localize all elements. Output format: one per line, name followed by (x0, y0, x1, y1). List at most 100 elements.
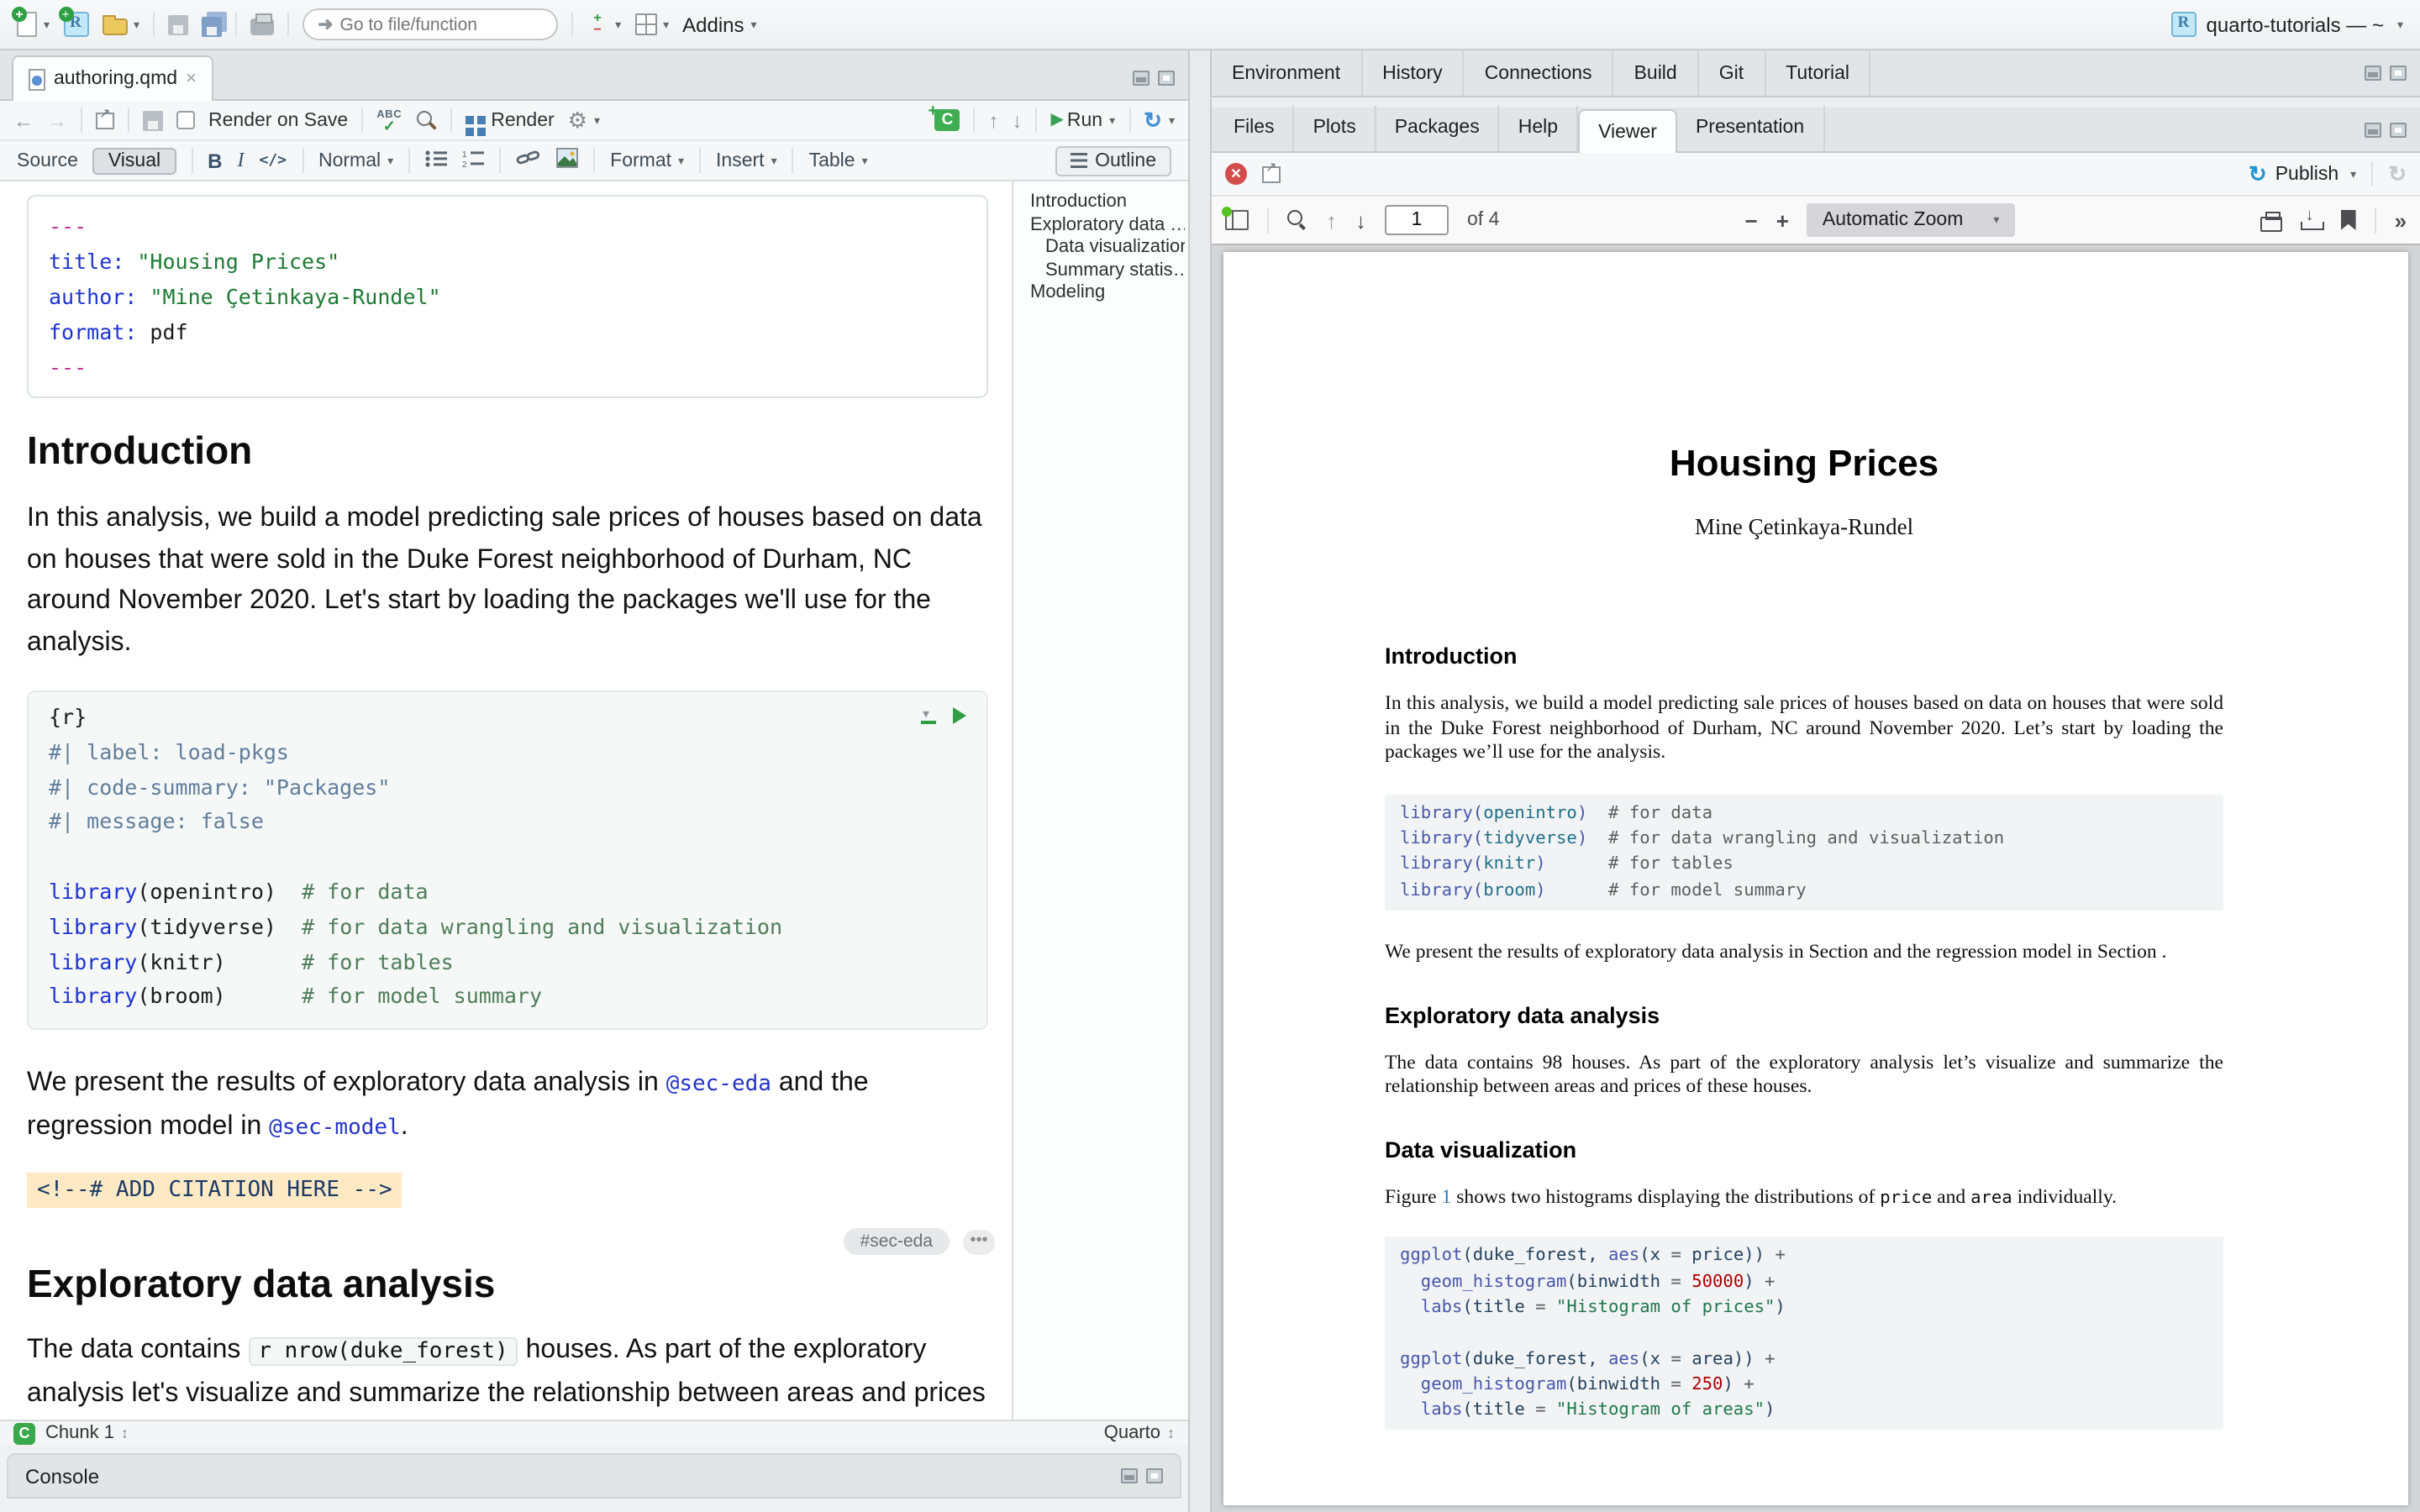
chunk-position-label[interactable]: Chunk 1 (45, 1423, 114, 1443)
paragraph-style-select[interactable]: Normal ▾ (318, 150, 393, 171)
html-comment-citation[interactable]: <!--# ADD CITATION HERE --> (27, 1173, 402, 1208)
stop-icon[interactable]: ✕ (1225, 163, 1247, 185)
heading-introduction[interactable]: Introduction (27, 425, 988, 475)
tab-connections[interactable]: Connections (1465, 50, 1614, 96)
tab-history[interactable]: History (1362, 50, 1465, 96)
maximize-pane-icon[interactable] (2390, 122, 2407, 137)
outline-item-eda[interactable]: Exploratory data … (1030, 214, 1185, 237)
format-menu[interactable]: Format ▾ (610, 150, 684, 171)
tab-tutorial[interactable]: Tutorial (1765, 50, 1871, 96)
bullet-list-icon[interactable] (425, 149, 447, 172)
pdf-download-icon[interactable] (2301, 210, 2323, 230)
more-tools-icon[interactable]: » (2395, 207, 2407, 233)
run-next-icon[interactable]: ↓ (1013, 108, 1023, 132)
pdf-search-icon[interactable] (1287, 210, 1307, 230)
pdf-print-icon[interactable] (2260, 216, 2282, 231)
goto-file-search[interactable]: ➜ (302, 8, 558, 40)
heading-eda[interactable]: Exploratory data analysis (27, 1258, 988, 1309)
open-file-button[interactable]: ▾ (102, 13, 139, 35)
image-icon[interactable] (556, 148, 578, 173)
previous-page-icon[interactable]: ↑ (1326, 207, 1337, 233)
outline-item-summary-statistics[interactable]: Summary statis… (1030, 260, 1185, 282)
link-icon[interactable] (516, 148, 541, 173)
section-options-button[interactable]: ••• (963, 1229, 995, 1254)
tab-build[interactable]: Build (1614, 50, 1699, 96)
tab-help[interactable]: Help (1500, 106, 1578, 151)
run-previous-icon[interactable]: ↑ (989, 108, 999, 132)
paragraph-crossrefs[interactable]: We present the results of exploratory da… (27, 1063, 995, 1149)
run-chunks-above-icon[interactable] (921, 706, 936, 724)
zoom-level-select[interactable]: Automatic Zoom ▾ (1807, 203, 2015, 237)
run-chunk-icon[interactable] (953, 706, 966, 723)
outline-item-modeling[interactable]: Modeling (1030, 282, 1185, 305)
visual-mode-button[interactable]: Visual (93, 147, 176, 174)
publish-button[interactable]: ↻ Publish ▾ (2249, 160, 2356, 187)
minimize-pane-icon[interactable] (2365, 122, 2381, 137)
document-mode-label[interactable]: Quarto (1104, 1423, 1160, 1443)
render-button[interactable]: Render (466, 110, 554, 130)
pdf-viewer-area[interactable]: Housing Prices Mine Çetinkaya-Rundel Int… (1212, 245, 2420, 1512)
version-control-button[interactable]: +− ▾ (587, 12, 621, 37)
tab-plots[interactable]: Plots (1295, 106, 1376, 151)
source-mode-button[interactable]: Source (17, 150, 78, 171)
goto-file-input[interactable] (340, 14, 525, 34)
visual-editor-canvas[interactable]: ---title: "Housing Prices"author: "Mine … (0, 181, 1012, 1420)
spellcheck-icon[interactable]: ABC✓ (376, 110, 402, 130)
table-menu[interactable]: Table ▾ (809, 150, 868, 171)
tab-git[interactable]: Git (1699, 50, 1765, 96)
save-all-icon[interactable] (202, 17, 222, 37)
minimize-pane-icon[interactable] (1121, 1468, 1138, 1483)
yaml-metadata-block[interactable]: ---title: "Housing Prices"author: "Mine … (27, 195, 988, 398)
insert-chunk-icon[interactable]: C (935, 109, 960, 131)
chevron-down-icon: ▾ (663, 18, 669, 31)
console-pane-header[interactable]: Console (7, 1453, 1181, 1499)
page-number-input[interactable] (1385, 205, 1449, 235)
outline-toggle-button[interactable]: Outline (1055, 145, 1171, 176)
insert-menu[interactable]: Insert ▾ (716, 150, 777, 171)
source-document-button[interactable]: ↻ ▾ (1144, 107, 1175, 134)
maximize-pane-icon[interactable] (1146, 1468, 1163, 1483)
forward-icon[interactable]: → (47, 108, 67, 132)
new-project-button[interactable]: R+ (63, 12, 88, 37)
next-page-icon[interactable]: ↓ (1355, 207, 1366, 233)
tab-presentation[interactable]: Presentation (1677, 106, 1824, 151)
render-settings-button[interactable]: ⚙ ▾ (568, 107, 600, 134)
outline-item-introduction[interactable]: Introduction (1030, 192, 1185, 214)
paragraph-intro[interactable]: In this analysis, we build a model predi… (27, 499, 995, 664)
save-document-icon[interactable] (143, 110, 163, 130)
popout-icon[interactable] (1262, 165, 1281, 182)
close-icon[interactable]: × (186, 69, 197, 89)
code-button[interactable]: </> (259, 152, 287, 169)
tab-packages[interactable]: Packages (1376, 106, 1500, 151)
render-on-save-checkbox[interactable] (176, 111, 195, 129)
minimize-pane-icon[interactable] (1133, 71, 1150, 86)
refresh-viewer-icon[interactable]: ↻ (2388, 160, 2407, 187)
maximize-pane-icon[interactable] (1158, 71, 1175, 86)
save-icon[interactable] (168, 14, 188, 34)
numbered-list-icon[interactable]: 12 (462, 149, 484, 172)
addins-menu[interactable]: Addins ▾ (682, 13, 756, 36)
bold-button[interactable]: B (208, 149, 222, 172)
popout-icon[interactable] (96, 112, 114, 129)
tab-authoring-qmd[interactable]: authoring.qmd × (12, 55, 213, 101)
sidebar-toggle-icon[interactable] (1225, 210, 1249, 230)
minimize-pane-icon[interactable] (2365, 66, 2381, 81)
new-file-button[interactable]: + ▾ (17, 12, 50, 37)
outline-item-data-visualization[interactable]: Data visualization (1030, 237, 1185, 260)
zoom-in-icon[interactable]: + (1776, 207, 1789, 233)
maximize-pane-icon[interactable] (2390, 66, 2407, 81)
italic-button[interactable]: I (237, 148, 244, 173)
tab-environment[interactable]: Environment (1212, 50, 1362, 96)
print-icon[interactable] (250, 18, 274, 35)
tab-files[interactable]: Files (1215, 106, 1295, 151)
workspace-panes-button[interactable]: ▾ (634, 13, 669, 35)
back-icon[interactable]: ← (13, 108, 34, 132)
tab-viewer[interactable]: Viewer (1578, 109, 1677, 153)
paragraph-eda[interactable]: The data contains r nrow(duke_forest) ho… (27, 1331, 995, 1420)
zoom-out-icon[interactable]: − (1745, 207, 1758, 233)
find-replace-icon[interactable] (415, 109, 437, 131)
run-button[interactable]: ▶ Run ▾ (1051, 110, 1116, 130)
bookmark-icon[interactable] (2341, 210, 2356, 230)
code-chunk-load-pkgs[interactable]: {r}#| label: load-pkgs#| code-summary: "… (27, 690, 988, 1030)
project-menu[interactable]: R quarto-tutorials — ~ ▾ (2171, 12, 2403, 37)
